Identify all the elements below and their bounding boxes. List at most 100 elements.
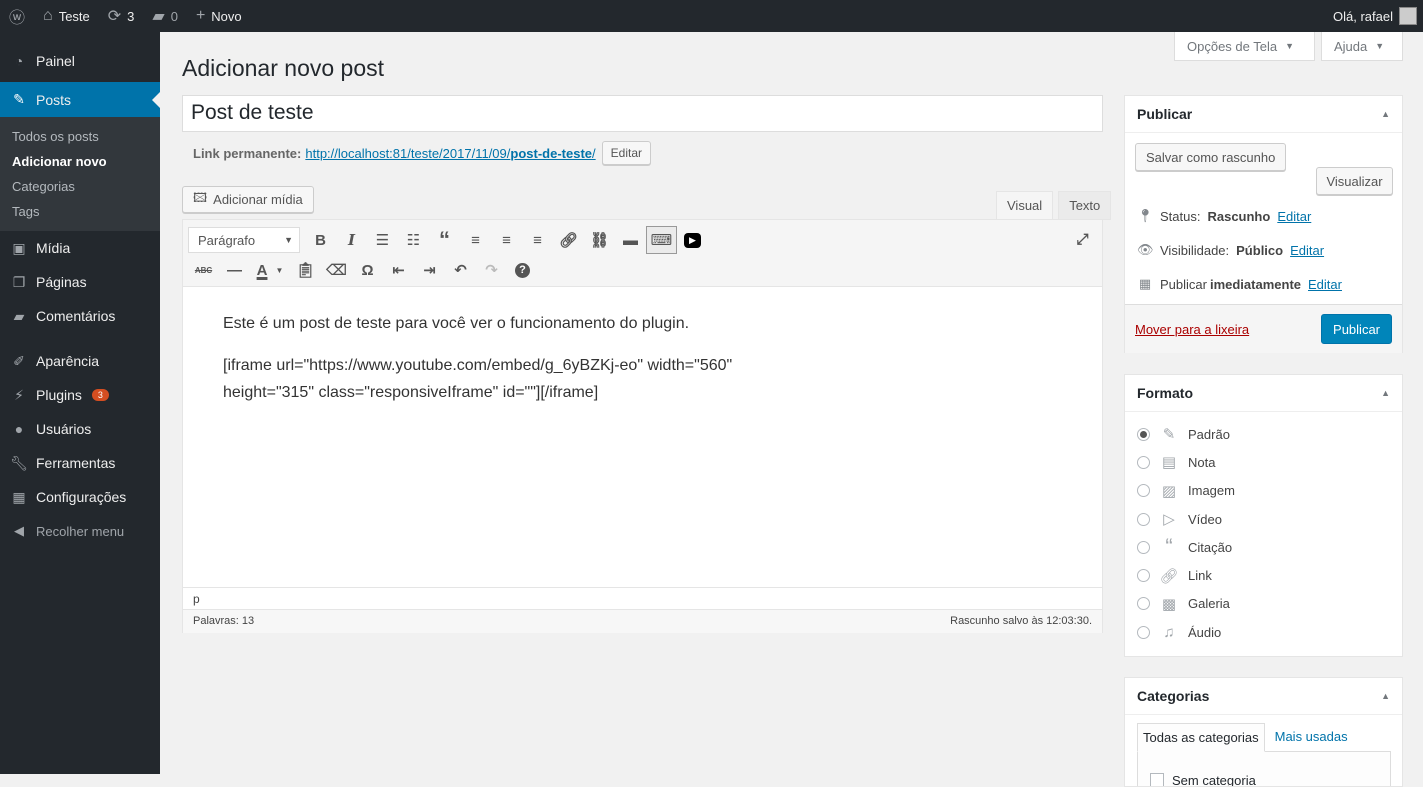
radio[interactable] — [1137, 456, 1150, 469]
menu-usuarios[interactable]: ●Usuários — [0, 412, 160, 446]
bold-icon: B — [315, 232, 326, 249]
edit-permalink-button[interactable]: Editar — [602, 141, 651, 165]
updates-link[interactable]: ⟳3 — [99, 0, 144, 32]
format-option-gallery[interactable]: ▩Galeria — [1125, 590, 1402, 618]
post-title-input[interactable]: Post de teste — [182, 95, 1103, 132]
site-link[interactable]: ⌂Teste — [34, 0, 99, 32]
menu-posts[interactable]: ✎Posts — [0, 82, 160, 117]
paste-text-button[interactable]: 📋︎ — [290, 256, 321, 284]
shortcode-line-1: [iframe url="https://www.youtube.com/emb… — [223, 357, 732, 374]
tab-visual[interactable]: Visual — [996, 191, 1053, 220]
format-label: Link — [1188, 568, 1212, 583]
radio-selected[interactable] — [1137, 428, 1150, 441]
pin-icon: ✎ — [1158, 425, 1180, 443]
clear-formatting-button[interactable]: ⌫ — [321, 256, 352, 284]
fullscreen-button[interactable]: ⤢ — [1067, 225, 1098, 253]
bold-button[interactable]: B — [305, 226, 336, 254]
category-checkbox[interactable] — [1150, 773, 1164, 787]
save-draft-button[interactable]: Salvar como rascunho — [1135, 143, 1286, 171]
submenu-tags[interactable]: Tags — [0, 199, 160, 224]
element-path[interactable]: p — [183, 587, 1102, 609]
publish-header[interactable]: Publicar▲ — [1125, 96, 1402, 133]
horizontal-line-button[interactable]: — — [219, 256, 250, 284]
submenu-all-posts[interactable]: Todos os posts — [0, 124, 160, 149]
outdent-button[interactable]: ⇤ — [383, 256, 414, 284]
format-option-image[interactable]: ▨Imagem — [1125, 477, 1402, 505]
submenu-categories[interactable]: Categorias — [0, 174, 160, 199]
help-button[interactable]: ? — [507, 256, 538, 284]
screen-options-button[interactable]: Opções de Tela▼ — [1174, 32, 1315, 61]
radio[interactable] — [1137, 484, 1150, 497]
menu-ferramentas[interactable]: 🔧︎Ferramentas — [0, 446, 160, 480]
align-left-button[interactable]: ≡ — [460, 226, 491, 254]
blockquote-button[interactable]: “ — [429, 226, 460, 254]
menu-label: Ferramentas — [36, 455, 115, 471]
menu-paginas[interactable]: ❐Páginas — [0, 265, 160, 299]
align-center-icon: ≡ — [502, 232, 511, 249]
format-option-standard[interactable]: ✎ Padrão — [1125, 420, 1402, 448]
add-media-button[interactable]: 🖾︎Adicionar mídia — [182, 186, 314, 213]
radio[interactable] — [1137, 626, 1150, 639]
categories-header[interactable]: Categorias▲ — [1125, 678, 1402, 715]
schedule-label: Publicar — [1160, 277, 1207, 292]
wp-logo-button[interactable]: ⓦ — [0, 0, 34, 32]
youtube-button[interactable]: ▶ — [677, 226, 708, 254]
read-more-button[interactable]: ▬ — [615, 226, 646, 254]
publish-button[interactable]: Publicar — [1321, 314, 1392, 344]
submenu-add-new[interactable]: Adicionar novo — [0, 149, 160, 174]
comments-link[interactable]: ▰0 — [143, 0, 187, 32]
menu-configuracoes[interactable]: ▦Configurações — [0, 480, 160, 514]
undo-button[interactable]: ↶ — [445, 256, 476, 284]
avatar — [1399, 7, 1417, 25]
special-char-button[interactable]: Ω — [352, 256, 383, 284]
edit-visibility-link[interactable]: Editar — [1290, 243, 1324, 258]
menu-painel[interactable]: ◔Painel — [0, 44, 160, 78]
redo-button[interactable]: ↷ — [476, 256, 507, 284]
collapse-menu[interactable]: ◀Recolher menu — [0, 514, 160, 548]
text-color-button[interactable]: A▼ — [250, 256, 290, 284]
permalink-url[interactable]: http://localhost:81/teste/2017/11/09/pos… — [305, 146, 595, 161]
outdent-icon: ⇤ — [392, 261, 405, 279]
new-content-link[interactable]: +Novo — [187, 0, 251, 32]
menu-comentarios[interactable]: ▰Comentários — [0, 299, 160, 333]
radio[interactable] — [1137, 569, 1150, 582]
format-label: Vídeo — [1188, 512, 1222, 527]
format-select[interactable]: Parágrafo▼ — [188, 227, 300, 253]
toolbar-toggle-button[interactable]: ⌨ — [646, 226, 677, 254]
strikethrough-button[interactable]: ABC — [188, 256, 219, 284]
image-icon: ▨ — [1158, 482, 1180, 500]
edit-schedule-link[interactable]: Editar — [1308, 277, 1342, 292]
radio[interactable] — [1137, 541, 1150, 554]
move-to-trash-link[interactable]: Mover para a lixeira — [1135, 322, 1249, 337]
radio[interactable] — [1137, 513, 1150, 526]
format-option-aside[interactable]: ▤Nota — [1125, 448, 1402, 476]
preview-button[interactable]: Visualizar — [1316, 167, 1393, 195]
tab-all-categories[interactable]: Todas as categorias — [1137, 723, 1265, 752]
indent-button[interactable]: ⇥ — [414, 256, 445, 284]
tab-popular-categories[interactable]: Mais usadas — [1265, 723, 1358, 752]
align-right-button[interactable]: ≡ — [522, 226, 553, 254]
bullet-list-button[interactable]: ☰ — [367, 226, 398, 254]
menu-aparencia[interactable]: ✐Aparência — [0, 344, 160, 378]
radio[interactable] — [1137, 597, 1150, 610]
editor-status-bar: Palavras: 13Rascunho salvo às 12:03:30. — [183, 609, 1102, 633]
format-option-link[interactable]: 🔗︎Link — [1125, 561, 1402, 589]
align-center-button[interactable]: ≡ — [491, 226, 522, 254]
schedule-value: imediatamente — [1210, 277, 1301, 292]
link-button[interactable]: 🔗︎ — [553, 226, 584, 254]
unlink-button[interactable]: ⛓ — [584, 226, 615, 254]
format-option-quote[interactable]: “Citação — [1125, 533, 1402, 561]
numbered-list-button[interactable]: ☷ — [398, 226, 429, 254]
editor-content[interactable]: Este é um post de teste para você ver o … — [183, 287, 1102, 587]
menu-plugins[interactable]: ⚡Plugins3 — [0, 378, 160, 412]
format-label: Padrão — [1188, 427, 1230, 442]
menu-midia[interactable]: ▣Mídia — [0, 231, 160, 265]
my-account[interactable]: Olá, rafael — [1333, 7, 1423, 25]
help-button[interactable]: Ajuda▼ — [1321, 32, 1403, 61]
format-option-audio[interactable]: ♫Áudio — [1125, 618, 1402, 646]
format-option-video[interactable]: ▷Vídeo — [1125, 505, 1402, 533]
italic-button[interactable]: I — [336, 226, 367, 254]
edit-status-link[interactable]: Editar — [1277, 209, 1311, 224]
menu-label: Aparência — [36, 353, 99, 369]
tab-text[interactable]: Texto — [1058, 191, 1111, 220]
